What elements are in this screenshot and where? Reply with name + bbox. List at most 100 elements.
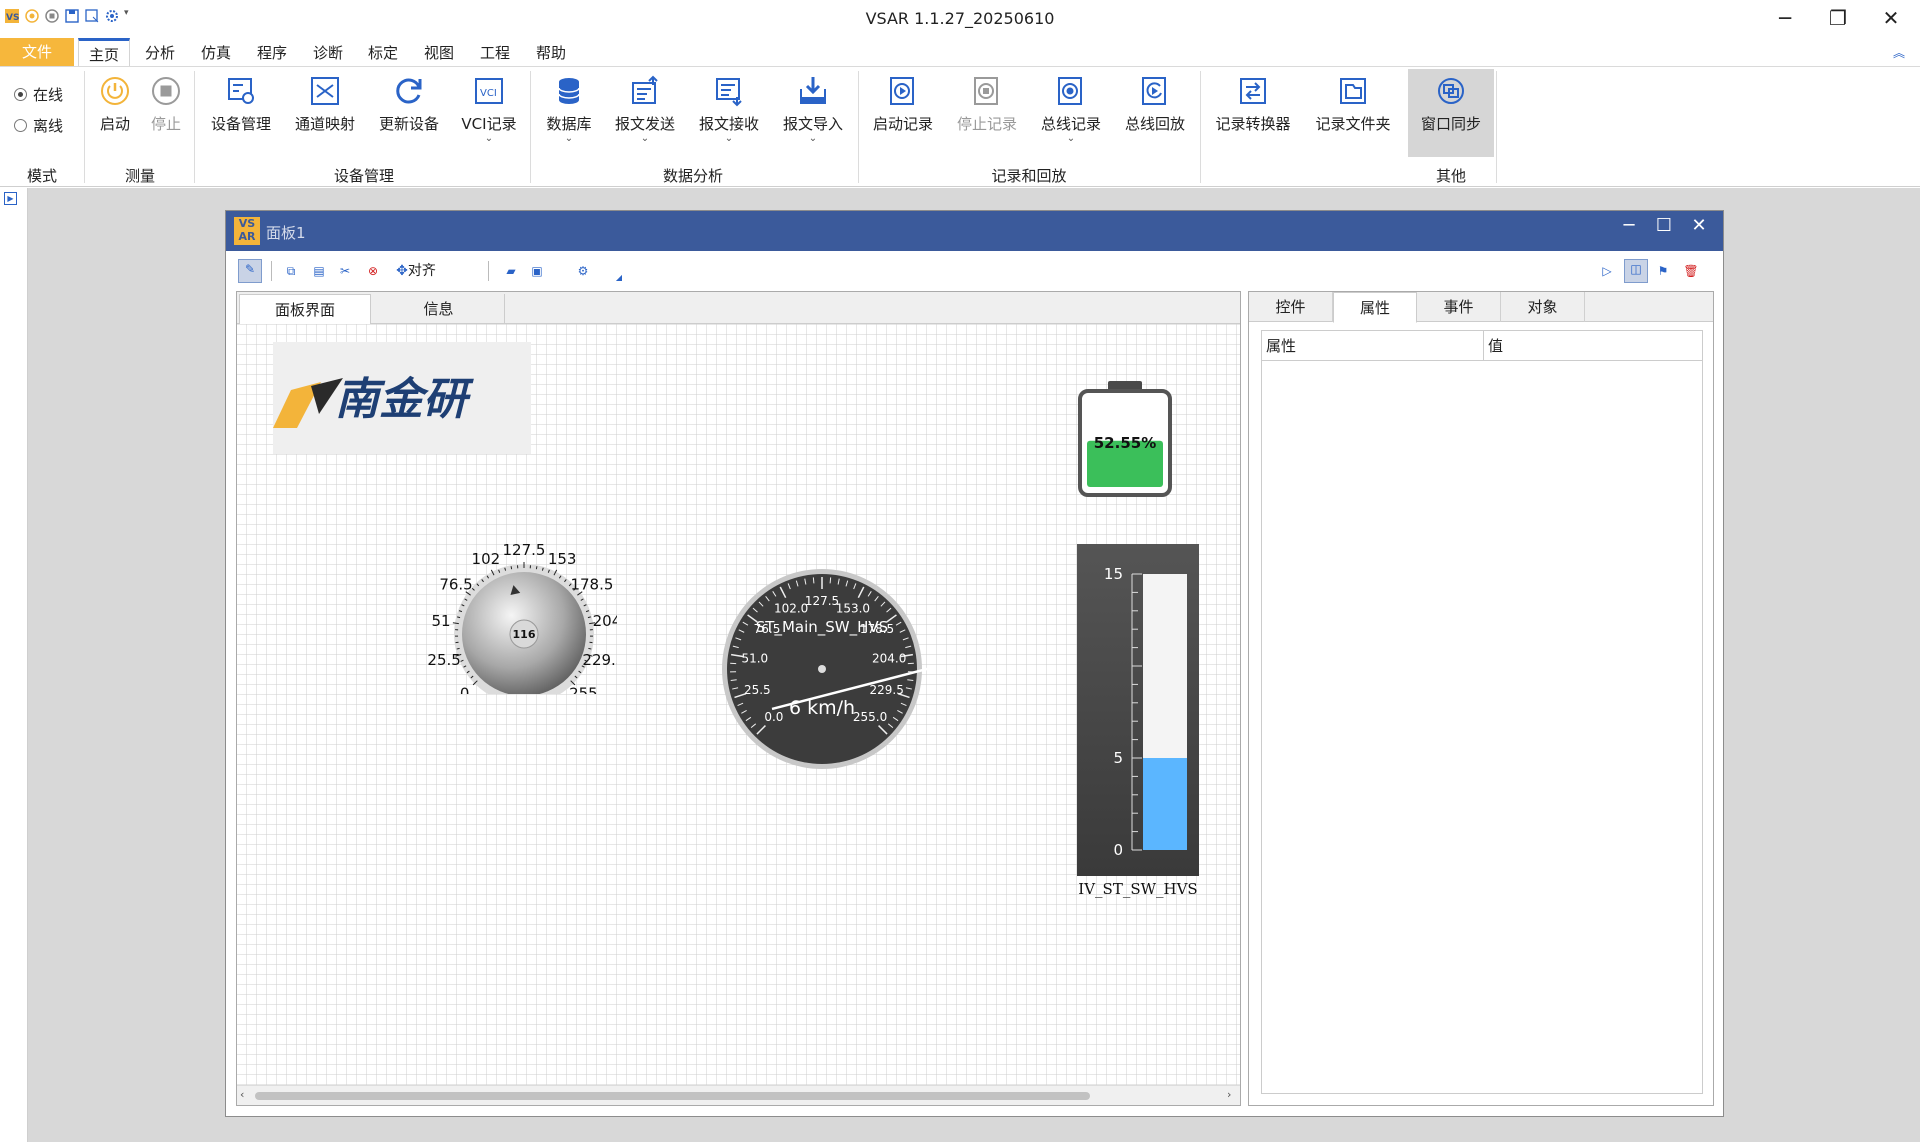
database-button[interactable]: 数据库 ⌄ [538, 75, 600, 175]
record-folder-button[interactable]: 记录文件夹 [1310, 75, 1396, 175]
canvas-tabs: 面板界面 信息 [237, 292, 1240, 325]
record-converter-button[interactable]: 记录转换器 [1210, 75, 1296, 175]
scrollbar-thumb[interactable] [255, 1092, 1090, 1100]
run-panel-icon[interactable]: ▷ [1598, 262, 1616, 280]
side-tabs: 控件 属性 事件 对象 [1249, 292, 1713, 323]
gauge-name: ST_Main_SW_HVS [756, 618, 888, 637]
knob-tick [510, 566, 513, 570]
minimize-button[interactable]: ─ [1758, 0, 1812, 36]
menu-tab-project[interactable]: 工程 [480, 42, 510, 63]
message-send-button[interactable]: 报文发送 ⌄ [610, 75, 680, 175]
horizontal-scrollbar[interactable]: ‹ › [237, 1085, 1240, 1105]
menu-tab-calibration[interactable]: 标定 [368, 42, 398, 63]
gauge-tick [829, 577, 832, 584]
start-record-button[interactable]: 启动记录 [868, 75, 938, 175]
value-column-header[interactable]: 值 [1484, 331, 1702, 361]
bus-record-button[interactable]: 总线记录 ⌄ [1036, 75, 1106, 175]
design-grid[interactable]: 南金研 025.55176.5102127.5153178.5204229.52… [237, 324, 1240, 1085]
menu-tab-simulation[interactable]: 仿真 [201, 42, 231, 63]
speed-gauge: 0.025.551.076.5102.0127.5153.0178.5204.0… [722, 569, 927, 769]
open-icon[interactable]: ▰ [502, 262, 520, 280]
bus-replay-button[interactable]: 总线回放 [1120, 75, 1190, 175]
property-column-header[interactable]: 属性 [1262, 331, 1484, 361]
knob-tick-label: 51 [431, 612, 450, 630]
ribbon-separator [84, 71, 85, 183]
menu-file[interactable]: 文件 [0, 38, 74, 66]
panel-logo-icon: VS AR [234, 217, 260, 245]
vci-record-button[interactable]: VCI VCI记录 ⌄ [456, 75, 522, 175]
tab-info[interactable]: 信息 [373, 294, 505, 324]
group-label-device: 设备管理 [333, 167, 394, 185]
edit-mode-icon[interactable]: ✎ [238, 259, 262, 283]
tab-panel-ui[interactable]: 面板界面 [239, 294, 371, 325]
knob-value: 116 [513, 628, 536, 641]
collapse-ribbon-icon[interactable]: ︽ [1893, 44, 1905, 61]
panel-minimize-button[interactable]: ─ [1614, 215, 1644, 236]
menu-tab-analysis[interactable]: 分析 [145, 42, 175, 63]
close-button[interactable]: ✕ [1864, 0, 1918, 36]
cut-icon[interactable]: ✂ [336, 262, 354, 280]
tab-controls[interactable]: 控件 [1249, 292, 1333, 322]
ribbon-separator [530, 71, 531, 183]
panel-maximize-button[interactable]: ☐ [1649, 215, 1679, 236]
knob-control[interactable]: 0 25.5 51 76.5102127.5153 178.5 204 229.5 255 1… [427, 544, 617, 694]
menu-tab-view[interactable]: 视图 [424, 42, 454, 63]
scroll-right-icon[interactable]: › [1227, 1088, 1231, 1101]
menu-tab-program[interactable]: 程序 [257, 42, 287, 63]
stop-measure-button[interactable]: 停止 [145, 75, 187, 175]
settings-icon[interactable]: ⚙ [574, 262, 592, 280]
refresh-icon [396, 78, 422, 104]
knob-tick [588, 647, 592, 650]
expand-panel-icon[interactable]: ▶ [4, 192, 17, 205]
chevron-down-icon: ⌄ [724, 133, 734, 144]
bookmark-icon[interactable]: ⚑ [1654, 262, 1672, 280]
bar-tick-label: 15 [1104, 565, 1123, 583]
bar-tick-label: 5 [1113, 749, 1123, 767]
ribbon-separator [1200, 71, 1201, 183]
message-receive-button[interactable]: 报文接收 ⌄ [694, 75, 764, 175]
align-button[interactable]: ✥对齐 [386, 262, 446, 280]
knob-tick [456, 647, 460, 650]
shuffle-icon [311, 77, 339, 105]
gauge-tick [812, 577, 815, 584]
gauge-tick-label: 51.0 [741, 651, 768, 665]
restore-button[interactable]: ❐ [1811, 0, 1865, 36]
start-measure-button[interactable]: 启动 [94, 75, 136, 175]
copy-icon[interactable]: ⧉ [282, 262, 300, 280]
device-manage-button[interactable]: 设备管理 [206, 75, 276, 175]
property-grid[interactable]: 属性 值 [1261, 330, 1703, 1094]
more-options-icon[interactable]: ◢ [610, 269, 628, 287]
window-sync-icon [1438, 78, 1464, 104]
group-label-other: 其他 [1435, 167, 1466, 185]
toolbar-separator [271, 261, 272, 281]
menu-tab-help[interactable]: 帮助 [536, 42, 566, 63]
scroll-left-icon[interactable]: ‹ [240, 1088, 244, 1101]
mode-offline-radio[interactable]: 离线 [14, 115, 63, 136]
save-icon[interactable]: ▣ [528, 262, 546, 280]
menu-tab-diagnosis[interactable]: 诊断 [313, 42, 343, 63]
battery-indicator: 52.55% [1078, 381, 1172, 497]
menu-tab-home[interactable]: 主页 [78, 38, 131, 68]
ribbon-separator [858, 71, 859, 183]
trash-icon[interactable]: 🗑 [1682, 262, 1700, 280]
gauge-tick-label: 25.5 [744, 683, 771, 697]
radio-unselected-icon [14, 119, 27, 132]
knob-tick-label: 204 [593, 612, 617, 630]
toolbar-separator [488, 261, 489, 281]
window-sync-button[interactable]: 窗口同步 [1408, 69, 1494, 157]
paste-icon[interactable]: ▤ [310, 262, 328, 280]
panel-close-button[interactable]: ✕ [1684, 215, 1714, 236]
tab-properties[interactable]: 属性 [1333, 292, 1417, 323]
mode-online-radio[interactable]: 在线 [14, 84, 63, 105]
tab-objects[interactable]: 对象 [1501, 292, 1585, 322]
tab-events[interactable]: 事件 [1417, 292, 1501, 322]
battery-label: 52.55% [1094, 434, 1156, 452]
gauge-tick-label: 102.0 [774, 601, 808, 615]
channel-map-button[interactable]: 通道映射 [290, 75, 360, 175]
design-panel-icon[interactable]: ◫ [1624, 259, 1648, 283]
message-import-button[interactable]: 报文导入 ⌄ [778, 75, 848, 175]
update-device-button[interactable]: 更新设备 [374, 75, 444, 175]
bus-replay-icon [1142, 77, 1166, 105]
stop-record-button[interactable]: 停止记录 [952, 75, 1022, 175]
delete-icon[interactable]: ⊗ [364, 262, 382, 280]
